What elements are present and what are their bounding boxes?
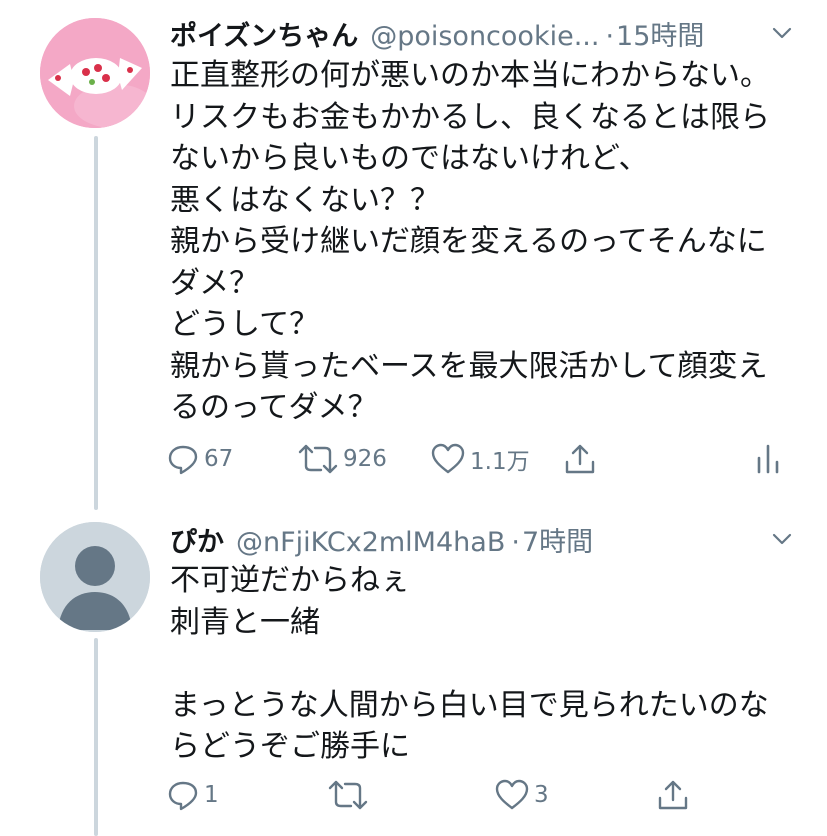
analytics-icon [757,444,779,474]
username[interactable]: @nFjiKCx2mlM4haB [236,527,505,558]
text-line: 親から貰ったベースを最大限活かして顔変え [170,348,768,384]
tweet-text: 正直整形の何が悪いのか本当にわからない。 リスクもお金もかかるし、良くなるとは限… [170,55,770,429]
like-count: 3 [534,782,549,808]
retweet-count: 926 [343,446,387,472]
share-button[interactable] [656,778,690,812]
tweet-text: 不可逆だからねぇ 刺青と一緒 まっとうな人間から白い目で見られたいのな らどうぞ… [170,560,769,768]
default-profile-icon [40,522,150,632]
tweet-actions: 67 926 1.1万 [0,442,827,482]
analytics-button[interactable] [755,442,781,476]
tweet-2[interactable]: ぴか @nFjiKCx2mlM4haB · 7時間 不可逆だからねぇ 刺青と一緒… [0,508,827,836]
retweet-button[interactable]: 926 [297,442,387,476]
reply-button[interactable]: 67 [166,442,233,476]
like-count: 1.1万 [470,449,530,475]
text-line [170,643,769,685]
text-line: らどうぞご勝手に [170,729,410,764]
display-name[interactable]: ぴか [170,520,224,559]
reply-button[interactable]: 1 [166,778,219,812]
retweet-icon [298,444,338,474]
username[interactable]: @poisoncookie... [370,21,599,52]
separator-dot: · [605,21,615,52]
text-line: 悪くはなくない？？ [170,182,440,218]
text-line: リスクもお金もかかるし、良くなるとは限ら [170,99,770,135]
share-button[interactable] [563,442,597,476]
tweet-header: ポイズンちゃん @poisoncookie... · 15時間 [170,14,704,53]
like-button[interactable]: 1.1万 [430,442,530,476]
tweet-header: ぴか @nFjiKCx2mlM4haB · 7時間 [170,520,593,559]
retweet-icon [328,780,368,810]
chevron-down-icon[interactable] [771,22,793,44]
display-name[interactable]: ポイズンちゃん [170,14,358,53]
tweet-actions: 1 3 [0,778,827,818]
timestamp[interactable]: 7時間 [522,520,593,559]
text-line: どうして？ [170,307,320,342]
reply-icon [168,445,198,475]
text-line: まっとうな人間から白い目で見られたいのな [170,687,769,723]
timestamp[interactable]: 15時間 [616,14,704,53]
avatar-default[interactable] [40,522,150,632]
retweet-button[interactable] [327,778,369,812]
text-line: るのってダメ？ [170,390,378,425]
reply-icon [168,781,198,811]
text-line: ないから良いものではないけれど、 [170,141,649,176]
like-icon [431,443,465,474]
text-line: 正直整形の何が悪いのか本当にわからない。 [170,58,770,93]
avatar-poison[interactable] [40,18,150,128]
reply-count: 1 [204,782,219,808]
tweet-1[interactable]: ポイズンちゃん @poisoncookie... · 15時間 正直整形の何が悪… [0,0,827,500]
separator-dot: · [511,527,520,558]
text-line: 親から受け継いだ顔を変えるのってそんなに [170,224,767,259]
text-line: ダメ？ [170,265,260,301]
like-icon [495,779,529,810]
chevron-down-icon[interactable] [771,528,793,550]
candy-image [40,18,150,128]
text-line: 刺青と一緒 [170,604,320,640]
reply-count: 67 [204,446,234,472]
like-button[interactable]: 3 [494,778,549,812]
share-icon [565,444,595,474]
text-line: 不可逆だからねぇ [170,563,410,598]
share-icon [658,780,688,810]
